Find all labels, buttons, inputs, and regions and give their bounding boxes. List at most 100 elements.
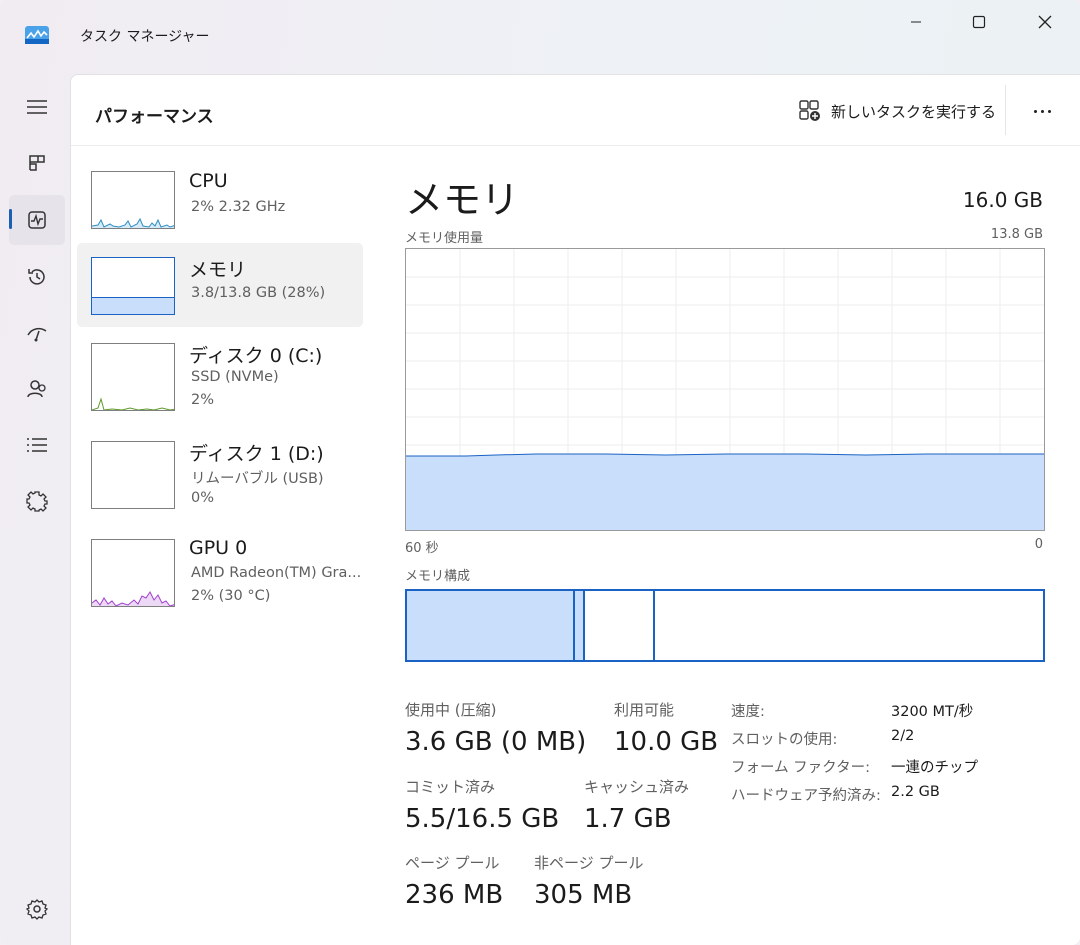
in-use-value: 3.6 GB (0 MB)	[405, 727, 587, 757]
nav-users[interactable]	[9, 364, 65, 414]
navigation-rail	[0, 72, 72, 945]
hardware-reserved-value: 2.2 GB	[891, 784, 940, 800]
run-new-task-label: 新しいタスクを実行する	[831, 102, 997, 121]
device-sub-disk1-usage: 0%	[191, 490, 215, 506]
disk1-sparkline	[92, 442, 175, 509]
device-name-gpu0: GPU 0	[189, 537, 248, 559]
more-icon	[1033, 109, 1037, 113]
disk0-thumbnail-graph	[91, 343, 175, 411]
device-sub-disk0-usage: 2%	[191, 392, 215, 408]
task-manager-window: タスク マネージャー パフォーマンス 新しいタスクを実行する CPU 2% 2.…	[0, 0, 1080, 945]
minimize-button[interactable]	[893, 8, 939, 36]
more-options-button[interactable]	[1025, 97, 1059, 125]
form-factor-label: フォーム ファクター:	[731, 760, 870, 776]
in-use-label: 使用中 (圧縮)	[405, 701, 497, 719]
device-item-memory[interactable]: メモリ 3.8/13.8 GB (28%)	[77, 243, 363, 327]
committed-label: コミット済み	[405, 778, 496, 796]
memory-total: 16.0 GB	[962, 188, 1043, 212]
details-icon	[27, 438, 47, 452]
nav-startup[interactable]	[9, 308, 65, 358]
device-sub-disk1-type: リムーバブル (USB)	[191, 471, 324, 487]
header-separator	[1005, 85, 1006, 135]
cached-label: キャッシュ済み	[584, 778, 690, 796]
device-name-memory: メモリ	[189, 259, 247, 281]
memory-thumbnail-fill	[92, 297, 174, 314]
memory-usage-area	[406, 454, 1044, 530]
device-sub-gpu0-usage: 2% (30 °C)	[191, 588, 271, 604]
usage-graph-label: メモリ使用量	[405, 231, 484, 246]
paged-pool-label: ページ プール	[405, 854, 500, 872]
nav-details[interactable]	[9, 420, 65, 470]
maximize-button[interactable]	[956, 8, 1002, 36]
close-button[interactable]	[1022, 8, 1068, 36]
device-sub-cpu: 2% 2.32 GHz	[191, 199, 286, 215]
page-title: パフォーマンス	[95, 107, 214, 127]
available-value: 10.0 GB	[614, 727, 719, 757]
hamburger-menu-button[interactable]	[9, 82, 65, 132]
app-history-icon	[28, 269, 45, 285]
minimize-icon	[911, 21, 921, 23]
device-sub-gpu0-model: AMD Radeon(TM) Gra...	[191, 565, 362, 581]
device-name-cpu: CPU	[189, 170, 228, 192]
cpu-thumbnail-graph	[91, 171, 175, 229]
device-item-cpu[interactable]: CPU 2% 2.32 GHz	[77, 159, 363, 239]
composition-label: メモリ構成	[405, 569, 471, 584]
speed-label: 速度:	[731, 704, 765, 720]
nav-performance[interactable]	[9, 195, 65, 245]
new-task-icon	[799, 100, 820, 121]
nonpaged-pool-value: 305 MB	[534, 880, 633, 910]
disk1-thumbnail-graph	[91, 441, 175, 509]
speed-value: 3200 MT/秒	[891, 704, 974, 720]
available-label: 利用可能	[614, 701, 675, 719]
gpu0-sparkline	[92, 591, 174, 606]
composition-in-use	[407, 591, 573, 660]
device-name-disk1: ディスク 1 (D:)	[189, 443, 324, 465]
more-icon-dot	[1040, 109, 1044, 113]
form-factor-value: 一連のチップ	[891, 760, 978, 776]
composition-divider-2	[583, 591, 585, 660]
memory-usage-graph	[405, 248, 1045, 531]
nav-settings[interactable]	[9, 884, 65, 934]
device-name-disk0: ディスク 0 (C:)	[189, 345, 323, 367]
run-new-task-button[interactable]: 新しいタスクを実行する	[799, 97, 996, 125]
close-icon	[1038, 15, 1052, 29]
device-item-disk0[interactable]: ディスク 0 (C:) SSD (NVMe) 2%	[77, 331, 363, 421]
active-nav-indicator	[9, 209, 12, 229]
main-title: メモリ	[405, 178, 520, 222]
cached-value: 1.7 GB	[584, 804, 672, 834]
device-sub-disk0-type: SSD (NVMe)	[191, 369, 279, 385]
device-sub-memory: 3.8/13.8 GB (28%)	[191, 285, 326, 301]
paged-pool-value: 236 MB	[405, 880, 504, 910]
hardware-reserved-label: ハードウェア予約済み:	[731, 788, 881, 804]
nav-app-history[interactable]	[9, 252, 65, 302]
slots-label: スロットの使用:	[731, 732, 838, 748]
users-icon	[27, 380, 46, 398]
graph-time-left: 60 秒	[405, 541, 439, 556]
hamburger-icon	[27, 100, 47, 114]
performance-icon	[28, 211, 46, 229]
cpu-sparkline	[92, 217, 174, 228]
gpu0-thumbnail-graph	[91, 539, 175, 607]
memory-usage-graph-svg	[406, 249, 1044, 530]
panel-header: パフォーマンス 新しいタスクを実行する	[71, 75, 1080, 146]
task-manager-app-icon	[25, 26, 49, 44]
memory-thumbnail-graph	[91, 257, 175, 315]
device-item-gpu0[interactable]: GPU 0 AMD Radeon(TM) Gra... 2% (30 °C)	[77, 527, 363, 617]
disk0-sparkline	[92, 397, 174, 410]
more-icon-dot	[1047, 109, 1051, 113]
usage-graph-max: 13.8 GB	[990, 227, 1043, 242]
memory-composition-bar	[405, 589, 1045, 662]
nav-services[interactable]	[9, 476, 65, 526]
services-icon	[26, 491, 48, 512]
settings-icon	[26, 899, 48, 920]
performance-panel: パフォーマンス 新しいタスクを実行する CPU 2% 2.32 GHz メモリ …	[70, 74, 1080, 945]
startup-icon	[27, 327, 47, 342]
slots-value: 2/2	[891, 728, 915, 744]
processes-icon	[29, 155, 45, 171]
device-item-disk1[interactable]: ディスク 1 (D:) リムーバブル (USB) 0%	[77, 429, 363, 519]
title-bar[interactable]: タスク マネージャー	[0, 0, 1080, 72]
window-title: タスク マネージャー	[80, 29, 210, 45]
committed-value: 5.5/16.5 GB	[405, 804, 560, 834]
nav-processes[interactable]	[9, 138, 65, 188]
composition-modified	[575, 591, 583, 660]
